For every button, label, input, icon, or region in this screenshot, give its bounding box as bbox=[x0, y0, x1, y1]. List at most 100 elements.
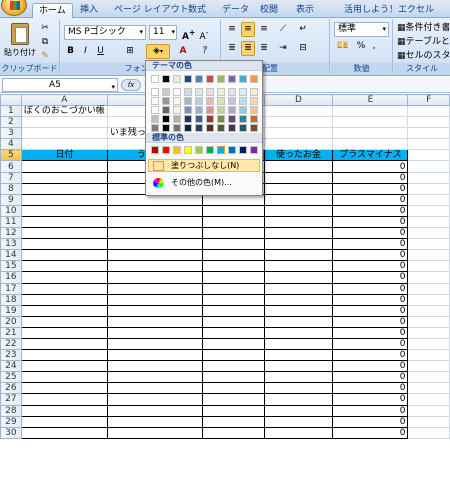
theme-color-swatch[interactable] bbox=[250, 106, 258, 114]
cell[interactable] bbox=[263, 127, 334, 140]
theme-color-swatch[interactable] bbox=[239, 115, 247, 123]
cell[interactable] bbox=[20, 171, 108, 184]
cell[interactable] bbox=[263, 315, 334, 328]
row-header[interactable]: 10 bbox=[0, 204, 22, 217]
cell-styles-button[interactable]: ▦セルのスタイル bbox=[396, 49, 450, 64]
table-header-cell[interactable]: 日付 bbox=[20, 149, 108, 162]
row-header[interactable]: 6 bbox=[0, 160, 22, 173]
cell[interactable] bbox=[20, 249, 108, 262]
cell[interactable] bbox=[20, 393, 108, 406]
theme-color-swatch[interactable] bbox=[173, 115, 181, 123]
theme-color-swatch[interactable] bbox=[217, 124, 225, 132]
standard-color-swatch[interactable] bbox=[217, 146, 225, 154]
theme-color-swatch[interactable] bbox=[217, 106, 225, 114]
cell[interactable] bbox=[20, 382, 108, 395]
cell[interactable] bbox=[20, 160, 108, 173]
font-color-button[interactable]: A bbox=[173, 44, 193, 59]
cell[interactable]: 0 bbox=[332, 304, 409, 317]
theme-color-swatch[interactable] bbox=[184, 106, 192, 114]
cell[interactable] bbox=[201, 349, 265, 362]
cell[interactable]: 0 bbox=[332, 227, 409, 240]
cell[interactable] bbox=[106, 404, 203, 417]
theme-color-swatch[interactable] bbox=[184, 88, 192, 96]
cell[interactable] bbox=[201, 238, 265, 251]
cell[interactable] bbox=[407, 382, 450, 395]
name-box[interactable]: A5 ▾ bbox=[2, 78, 118, 92]
standard-color-swatch[interactable] bbox=[228, 146, 236, 154]
cut-button[interactable]: ✂ bbox=[38, 21, 52, 36]
cell[interactable] bbox=[106, 315, 203, 328]
cell[interactable] bbox=[20, 293, 108, 306]
cell[interactable] bbox=[263, 227, 334, 240]
theme-color-swatch[interactable] bbox=[250, 97, 258, 105]
theme-color-swatch[interactable] bbox=[239, 97, 247, 105]
cell[interactable]: 0 bbox=[332, 415, 409, 428]
align-center-button[interactable]: ≣ bbox=[241, 41, 255, 56]
standard-color-swatch[interactable] bbox=[184, 146, 192, 154]
cell[interactable]: 0 bbox=[332, 171, 409, 184]
column-header[interactable]: A bbox=[20, 94, 108, 106]
cell[interactable] bbox=[106, 371, 203, 384]
cell[interactable] bbox=[201, 326, 265, 339]
cell[interactable] bbox=[407, 104, 450, 118]
cell[interactable] bbox=[407, 426, 450, 439]
cell[interactable]: 0 bbox=[332, 404, 409, 417]
cell[interactable] bbox=[20, 326, 108, 339]
cell[interactable] bbox=[20, 360, 108, 373]
cell[interactable] bbox=[201, 393, 265, 406]
cell[interactable] bbox=[332, 138, 409, 151]
theme-color-swatch[interactable] bbox=[184, 97, 192, 105]
row-header[interactable]: 9 bbox=[0, 193, 22, 206]
standard-color-swatch[interactable] bbox=[162, 146, 170, 154]
row-header[interactable]: 16 bbox=[0, 271, 22, 284]
cell[interactable] bbox=[106, 360, 203, 373]
cell[interactable] bbox=[407, 160, 450, 173]
cell[interactable] bbox=[201, 371, 265, 384]
cell[interactable] bbox=[20, 182, 108, 195]
font-name-select[interactable]: MS Pゴシック ▾ bbox=[64, 25, 146, 40]
cell[interactable] bbox=[20, 404, 108, 417]
cell[interactable] bbox=[20, 116, 108, 129]
theme-color-swatch[interactable] bbox=[228, 97, 236, 105]
theme-color-swatch[interactable] bbox=[173, 106, 181, 114]
theme-color-swatch[interactable] bbox=[195, 97, 203, 105]
cell[interactable] bbox=[201, 204, 265, 217]
cell[interactable] bbox=[407, 227, 450, 240]
tab-data[interactable]: データ bbox=[216, 3, 255, 18]
bold-button[interactable]: B bbox=[64, 44, 77, 59]
standard-color-swatch[interactable] bbox=[239, 146, 247, 154]
theme-color-swatch[interactable] bbox=[239, 106, 247, 114]
cell[interactable] bbox=[263, 282, 334, 295]
row-header[interactable]: 18 bbox=[0, 293, 22, 306]
cell[interactable]: 0 bbox=[332, 271, 409, 284]
cell[interactable] bbox=[263, 260, 334, 273]
cell[interactable] bbox=[332, 116, 409, 129]
cell[interactable] bbox=[201, 293, 265, 306]
cell[interactable] bbox=[20, 227, 108, 240]
row-header[interactable]: 26 bbox=[0, 382, 22, 395]
cell[interactable] bbox=[106, 260, 203, 273]
theme-color-swatch[interactable] bbox=[184, 124, 192, 132]
cell[interactable] bbox=[263, 138, 334, 151]
cell[interactable] bbox=[263, 182, 334, 195]
italic-button[interactable]: I bbox=[79, 44, 92, 59]
cell[interactable] bbox=[407, 271, 450, 284]
shrink-font-button[interactable]: A- bbox=[197, 25, 211, 42]
row-header[interactable]: 20 bbox=[0, 315, 22, 328]
theme-color-swatch[interactable] bbox=[151, 106, 159, 114]
number-format-select[interactable]: 標準 ▾ bbox=[334, 22, 389, 37]
cell[interactable] bbox=[20, 315, 108, 328]
theme-color-swatch[interactable] bbox=[206, 88, 214, 96]
underline-button[interactable]: U bbox=[94, 44, 107, 59]
theme-color-swatch[interactable] bbox=[162, 97, 170, 105]
cell[interactable] bbox=[407, 149, 450, 162]
theme-color-swatch[interactable] bbox=[228, 75, 236, 83]
cell[interactable] bbox=[201, 260, 265, 273]
tab-home[interactable]: ホーム bbox=[32, 3, 73, 18]
theme-color-swatch[interactable] bbox=[206, 75, 214, 83]
office-button[interactable] bbox=[1, 0, 27, 16]
cell[interactable] bbox=[106, 349, 203, 362]
column-header[interactable]: D bbox=[263, 94, 334, 106]
cell[interactable]: ぼくのおこづかい帳 bbox=[20, 104, 108, 118]
cell[interactable] bbox=[407, 238, 450, 251]
